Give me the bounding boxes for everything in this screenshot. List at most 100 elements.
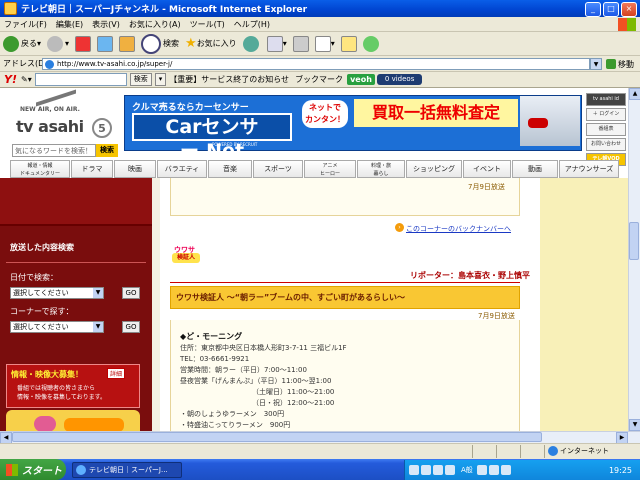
nav-anime[interactable]: アニメ ヒーロー — [304, 160, 356, 178]
history-button[interactable] — [242, 35, 261, 52]
ime-indicator[interactable]: A般 — [461, 465, 473, 475]
corner-logo: ウワサ 検証人 — [172, 244, 202, 264]
forward-button[interactable]: ▾ — [47, 35, 69, 52]
menu-help[interactable]: ヘルプ(H) — [234, 19, 270, 30]
corner-go-button[interactable]: GO — [122, 321, 140, 333]
nav-cooking[interactable]: 料理・旅 暮らし — [357, 160, 405, 178]
info-wanted-box[interactable]: 情報・映像大募集！ 詳細 番組では視聴者の皆さまから 情報・映像を募集しておりま… — [6, 364, 140, 408]
promo-banner[interactable] — [6, 410, 140, 432]
nav-event[interactable]: イベント — [463, 160, 511, 178]
tray-icon[interactable] — [445, 465, 455, 475]
minimize-button[interactable]: _ — [585, 2, 601, 17]
tray-icon[interactable] — [421, 465, 431, 475]
go-button[interactable]: 移動 — [606, 57, 638, 71]
nav-variety[interactable]: バラエティ — [157, 160, 207, 178]
genre-nav: 報道・情報 ドキュメンタリー ドラマ 映画 バラエティ 音楽 スポーツ アニメ … — [10, 160, 628, 178]
messenger-button[interactable] — [362, 35, 381, 52]
menu-tools[interactable]: ツール(T) — [190, 19, 225, 30]
promo-label-shape — [64, 418, 124, 432]
promo-bubble-shape — [34, 416, 56, 432]
ie-icon — [76, 465, 86, 475]
info-wanted-details-button[interactable]: 詳細 — [107, 368, 126, 379]
refresh-button[interactable] — [97, 35, 114, 52]
print-button[interactable] — [292, 35, 309, 52]
tray-icon[interactable] — [488, 465, 499, 475]
yahoo-search-input[interactable] — [34, 73, 127, 86]
yahoo-toolbar: Y! ✎▾ 検索 ▾ 【重要】サービス終了のお知らせ ブックマーク veoh 0… — [0, 72, 640, 88]
close-button[interactable]: × — [621, 2, 637, 17]
account-panel: tv asahi id ＋ ログイン 番組表 お問い合わせ テレ朝VOD — [586, 93, 628, 166]
nav-news[interactable]: 報道・情報 ドキュメンタリー — [10, 160, 70, 178]
site-search-input[interactable]: 気になるワードを検索！ — [12, 144, 96, 157]
yahoo-search-button[interactable]: 検索 — [129, 73, 152, 86]
nav-shopping[interactable]: ショッピング — [406, 160, 462, 178]
login-button[interactable]: ＋ ログイン — [586, 108, 626, 121]
tv-asahi-id-label: tv asahi id — [586, 93, 626, 106]
edit-button[interactable]: ▾ — [314, 35, 335, 52]
menu-file[interactable]: ファイル(F) — [4, 19, 47, 30]
favorites-button[interactable]: ★ お気に入り — [185, 36, 237, 51]
address-label: アドレス(D) — [3, 59, 48, 68]
back-button[interactable]: 戻る ▾ — [3, 35, 41, 52]
scroll-up-button[interactable]: ▲ — [629, 88, 640, 100]
search-button[interactable]: 検索 — [141, 33, 179, 54]
date-go-button[interactable]: GO — [122, 287, 140, 299]
tv-asahi-logo[interactable]: NEW AIR, ON AIR. tv asahi 5 — [6, 89, 118, 142]
address-input[interactable]: http://www.tv-asahi.co.jp/super-j/ — [42, 58, 590, 70]
corner-select[interactable]: 選択してください ▼ — [10, 321, 104, 333]
menu-item: ・朝のしょうゆラーメン 300円 — [180, 410, 285, 418]
date-select[interactable]: 選択してください ▼ — [10, 287, 104, 299]
star-icon: ★ — [185, 36, 197, 51]
nav-announcers[interactable]: アナウンサーズ — [559, 160, 619, 178]
address-dropdown[interactable]: ▼ — [590, 58, 602, 70]
edit-icon — [314, 35, 331, 52]
mail-button[interactable]: ▾ — [266, 35, 287, 52]
taskbar-ie-window[interactable]: テレビ朝日｜スーパーJ... — [72, 462, 182, 478]
right-margin — [540, 178, 628, 431]
yahoo-notice-link[interactable]: 【重要】サービス終了のお知らせ — [169, 74, 289, 85]
archive-search-title: 放送した内容検索 — [10, 243, 74, 252]
site-search-button[interactable]: 検索 — [96, 144, 118, 157]
shop-phone: TEL：03-6661-9921 — [180, 355, 250, 363]
nav-music[interactable]: 音楽 — [208, 160, 252, 178]
veoh-logo[interactable]: veoh — [347, 74, 375, 85]
tray-icon[interactable] — [409, 465, 419, 475]
horizontal-scroll-thumb[interactable] — [12, 432, 542, 442]
discuss-button[interactable] — [340, 35, 357, 52]
menu-edit[interactable]: 編集(E) — [56, 19, 83, 30]
content-gutter — [152, 178, 160, 431]
nav-movie[interactable]: 映画 — [114, 160, 156, 178]
program-guide-link[interactable]: 番組表 — [586, 123, 626, 136]
home-button[interactable] — [119, 35, 136, 52]
maximize-button[interactable]: □ — [603, 2, 619, 17]
go-arrow-icon — [606, 59, 616, 69]
back-numbers-link[interactable]: このコーナーのバックナンバーへ — [406, 224, 511, 234]
tray-icon[interactable] — [500, 465, 511, 475]
nav-video[interactable]: 動画 — [512, 160, 558, 178]
menu-favorites[interactable]: お気に入り(A) — [129, 19, 181, 30]
yahoo-logo[interactable]: Y! — [4, 73, 17, 86]
banner-powered: POWERED BY RECRUIT — [212, 142, 258, 147]
divider — [170, 282, 520, 283]
tray-icon[interactable] — [433, 465, 443, 475]
status-divider — [496, 445, 497, 458]
veoh-videos[interactable]: 0 videos — [376, 74, 423, 85]
stop-button[interactable] — [75, 35, 92, 52]
yahoo-search-dropdown[interactable]: ▾ — [154, 73, 167, 86]
banner-cta[interactable]: 買取一括無料査定 — [354, 99, 518, 127]
start-button[interactable]: スタート — [0, 459, 66, 480]
clock[interactable]: 19:25 — [609, 466, 632, 475]
bookmark-link[interactable]: ブックマーク — [295, 74, 343, 85]
yahoo-pen-icon[interactable]: ✎▾ — [21, 75, 32, 84]
contact-link[interactable]: お問い合わせ — [586, 138, 626, 151]
nav-sports[interactable]: スポーツ — [253, 160, 303, 178]
refresh-icon — [97, 35, 114, 52]
scroll-down-button[interactable]: ▼ — [629, 419, 640, 431]
windows-logo-icon — [618, 18, 636, 31]
nav-drama[interactable]: ドラマ — [71, 160, 113, 178]
menu-view[interactable]: 表示(V) — [92, 19, 120, 30]
vertical-scroll-thumb[interactable] — [629, 222, 639, 260]
tray-icon[interactable] — [476, 465, 487, 475]
date-search-label: 日付で検索： — [10, 273, 58, 282]
window-titlebar[interactable]: テレビ朝日｜スーパーJチャンネル - Microsoft Internet Ex… — [0, 0, 640, 17]
